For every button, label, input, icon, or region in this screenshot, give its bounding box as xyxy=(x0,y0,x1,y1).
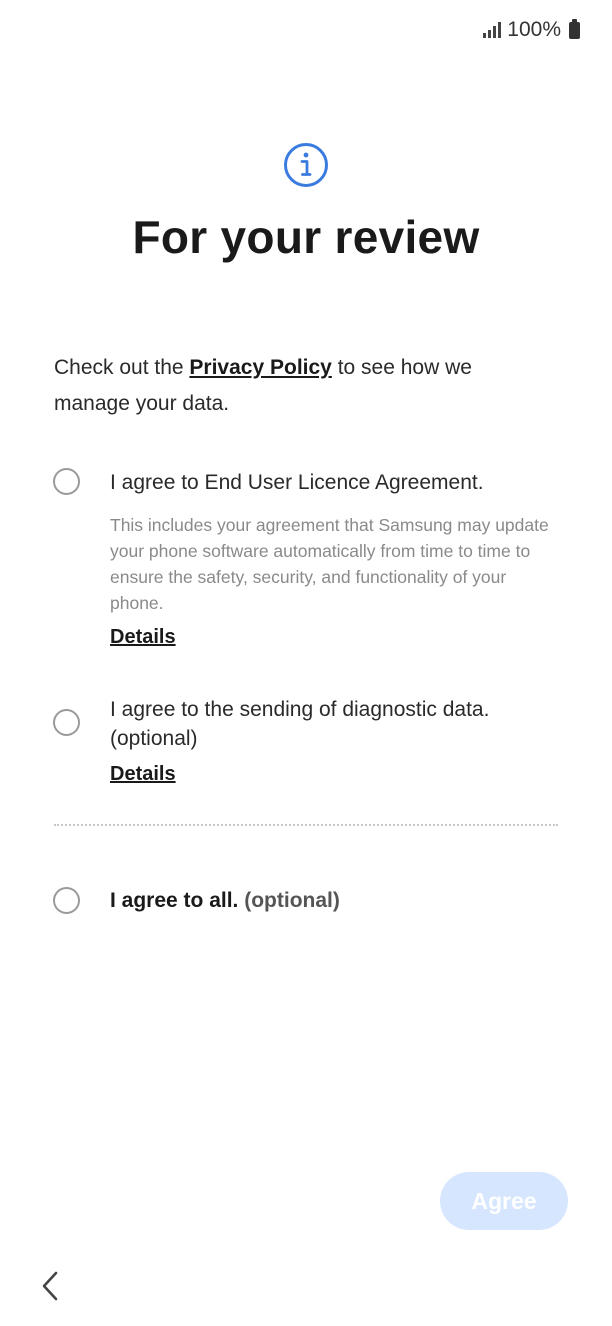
eula-description: This includes your agreement that Samsun… xyxy=(110,515,549,613)
agree-all-text: I agree to all. xyxy=(110,889,239,912)
agree-all-radio[interactable] xyxy=(53,887,80,914)
battery-icon xyxy=(569,18,580,39)
intro-prefix: Check out the xyxy=(54,356,190,379)
eula-details-link[interactable]: Details xyxy=(110,626,176,649)
battery-percentage: 100% xyxy=(507,18,561,41)
info-icon xyxy=(284,143,328,187)
diagnostic-details-link[interactable]: Details xyxy=(110,763,176,786)
dotted-divider xyxy=(54,824,558,826)
back-chevron-icon[interactable] xyxy=(36,1268,68,1304)
privacy-policy-link[interactable]: Privacy Policy xyxy=(189,356,331,379)
agree-all-label[interactable]: I agree to all. (optional) xyxy=(110,886,550,915)
eula-radio[interactable] xyxy=(53,468,80,495)
signal-icon xyxy=(483,22,502,38)
eula-label[interactable]: I agree to End User Licence Agreement. xyxy=(110,468,550,497)
diagnostic-radio[interactable] xyxy=(53,709,80,736)
intro-text: Check out the Privacy Policy to see how … xyxy=(54,350,534,422)
status-bar: 100% xyxy=(483,18,580,42)
agree-button[interactable]: Agree xyxy=(440,1172,568,1230)
agree-all-optional: (optional) xyxy=(238,889,340,912)
diagnostic-label[interactable]: I agree to the sending of diagnostic dat… xyxy=(110,695,550,753)
page-title: For your review xyxy=(132,211,480,263)
